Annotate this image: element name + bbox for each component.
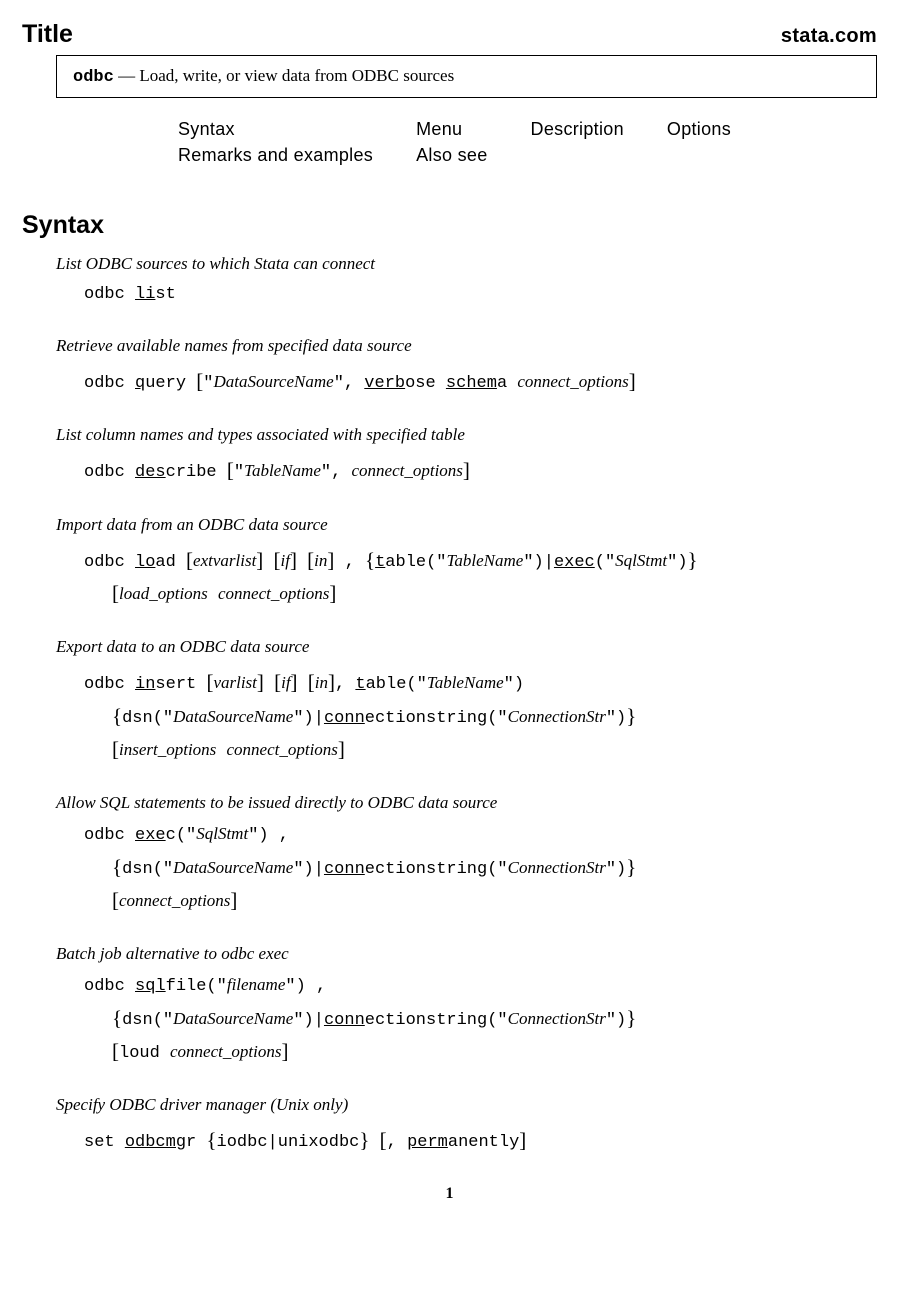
syntax-block: Export data to an ODBC data source odbc i… <box>56 637 877 765</box>
title-box: odbc — Load, write, or view data from OD… <box>56 55 877 98</box>
syntax-line: odbc list <box>84 282 877 308</box>
nav-links: Syntax Menu Description Options Remarks … <box>177 116 773 169</box>
title-desc: Load, write, or view data from ODBC sour… <box>139 66 454 85</box>
syntax-desc: Import data from an ODBC data source <box>56 515 877 535</box>
syntax-line: odbc load [extvarlist] [if] [in] , {tabl… <box>84 543 877 576</box>
syntax-block: Batch job alternative to odbc exec odbc s… <box>56 944 877 1067</box>
syntax-block: Import data from an ODBC data source odbc… <box>56 515 877 610</box>
syntax-line: odbc query ["DataSourceName", verbose sc… <box>84 364 877 397</box>
syntax-line-cont: [insert_options connect_options] <box>112 732 877 765</box>
syntax-line: odbc describe ["TableName", connect_opti… <box>84 453 877 486</box>
syntax-body: List ODBC sources to which Stata can con… <box>22 254 877 1157</box>
page-header: Title stata.com <box>22 20 877 49</box>
nav-description[interactable]: Description <box>530 116 666 142</box>
syntax-desc: Batch job alternative to odbc exec <box>56 944 877 964</box>
syntax-block: List column names and types associated w… <box>56 425 877 486</box>
nav-options[interactable]: Options <box>666 116 773 142</box>
syntax-line-cont: {dsn("DataSourceName")|connectionstring(… <box>112 850 877 883</box>
syntax-block: Specify ODBC driver manager (Unix only) s… <box>56 1095 877 1156</box>
syntax-block: List ODBC sources to which Stata can con… <box>56 254 877 308</box>
syntax-desc: Allow SQL statements to be issued direct… <box>56 793 877 813</box>
nav-remarks[interactable]: Remarks and examples <box>177 142 415 168</box>
syntax-line: set odbcmgr {iodbc|unixodbc} [, permanen… <box>84 1123 877 1156</box>
nav-syntax[interactable]: Syntax <box>177 116 415 142</box>
syntax-line: odbc sqlfile("filename") , <box>84 972 877 1000</box>
syntax-desc: List ODBC sources to which Stata can con… <box>56 254 877 274</box>
syntax-line-cont: [load_options connect_options] <box>112 576 877 609</box>
section-syntax: Syntax <box>22 211 877 240</box>
page-number: 1 <box>22 1185 877 1203</box>
syntax-line: odbc insert [varlist] [if] [in], table("… <box>84 665 877 698</box>
syntax-block: Retrieve available names from specified … <box>56 336 877 397</box>
syntax-desc: Retrieve available names from specified … <box>56 336 877 356</box>
syntax-line-cont: [loud connect_options] <box>112 1034 877 1067</box>
title-command: odbc <box>73 68 114 87</box>
syntax-line-cont: {dsn("DataSourceName")|connectionstring(… <box>112 1001 877 1034</box>
syntax-line-cont: {dsn("DataSourceName")|connectionstring(… <box>112 699 877 732</box>
title-dash: — <box>114 66 140 85</box>
nav-menu[interactable]: Menu <box>415 116 529 142</box>
syntax-desc: List column names and types associated w… <box>56 425 877 445</box>
syntax-block: Allow SQL statements to be issued direct… <box>56 793 877 916</box>
nav-alsosee[interactable]: Also see <box>415 142 529 168</box>
syntax-line-cont: [connect_options] <box>112 883 877 916</box>
page-title: Title <box>22 20 73 49</box>
site-link[interactable]: stata.com <box>781 25 877 48</box>
syntax-line: odbc exec("SqlStmt") , <box>84 821 877 849</box>
syntax-desc: Export data to an ODBC data source <box>56 637 877 657</box>
syntax-desc: Specify ODBC driver manager (Unix only) <box>56 1095 877 1115</box>
